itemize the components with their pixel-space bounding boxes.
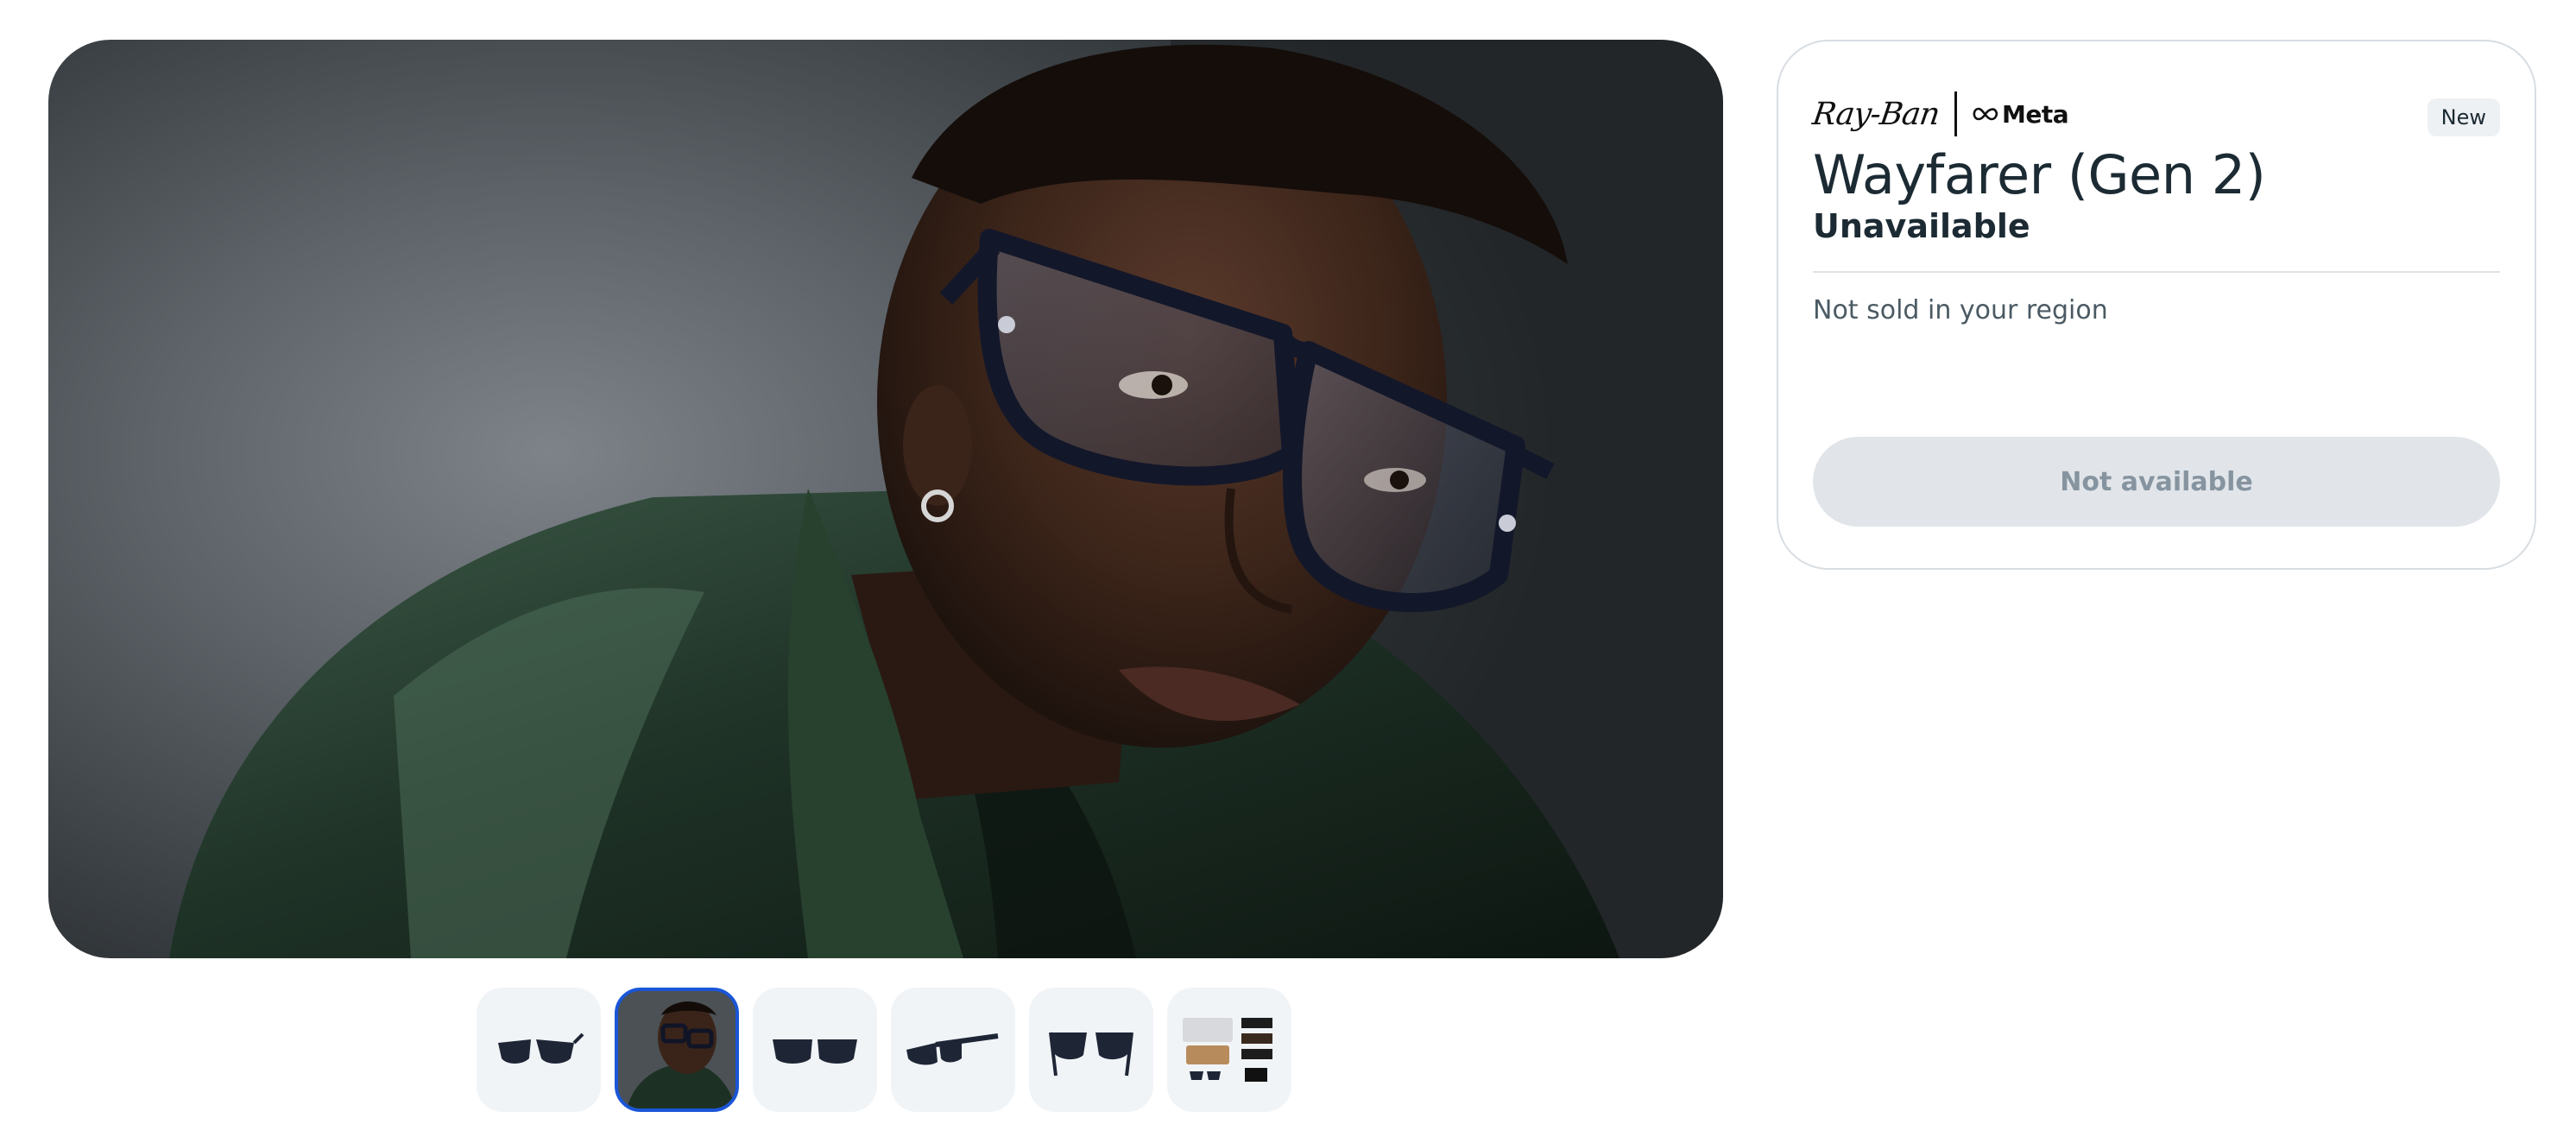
meta-logo: Meta [1973,99,2069,129]
glasses-icon [498,1032,584,1064]
meta-infinity-icon [1973,107,1998,121]
brand-logos: Ray-Ban Meta [1810,92,2069,136]
glasses-icon [1049,1032,1133,1077]
thumbnail-glasses-back[interactable] [1029,988,1153,1112]
thumbnail-glasses-front[interactable] [753,988,877,1112]
box-icon [1183,1018,1272,1082]
thumbnail-glasses-side[interactable] [891,988,1015,1112]
not-available-button[interactable]: Not available [1813,437,2500,527]
thumbnail-strip [477,988,1291,1112]
availability-status: Unavailable [1813,207,2030,245]
product-title: Wayfarer (Gen 2) [1813,143,2266,206]
thumbnail-glasses-angled[interactable] [477,988,601,1112]
region-note: Not sold in your region [1813,295,2108,325]
product-page: Ray-Ban Meta New Wayfarer (Gen 2) Unavai… [0,0,2576,1143]
brand-divider [1954,92,1957,136]
rayban-logo: Ray-Ban [1810,96,1941,132]
glasses-icon [773,1039,857,1064]
meta-wordmark: Meta [2002,99,2069,129]
portrait-icon [618,991,736,1108]
product-info-card: Ray-Ban Meta New Wayfarer (Gen 2) Unavai… [1777,40,2536,570]
model-photo [169,40,1723,958]
main-product-image[interactable] [48,40,1723,958]
divider [1813,271,2500,273]
glasses-icon [906,1033,999,1065]
thumbnail-model-portrait[interactable] [615,988,739,1112]
thumbnail-box-contents[interactable] [1167,988,1291,1112]
new-badge: New [2427,98,2500,136]
